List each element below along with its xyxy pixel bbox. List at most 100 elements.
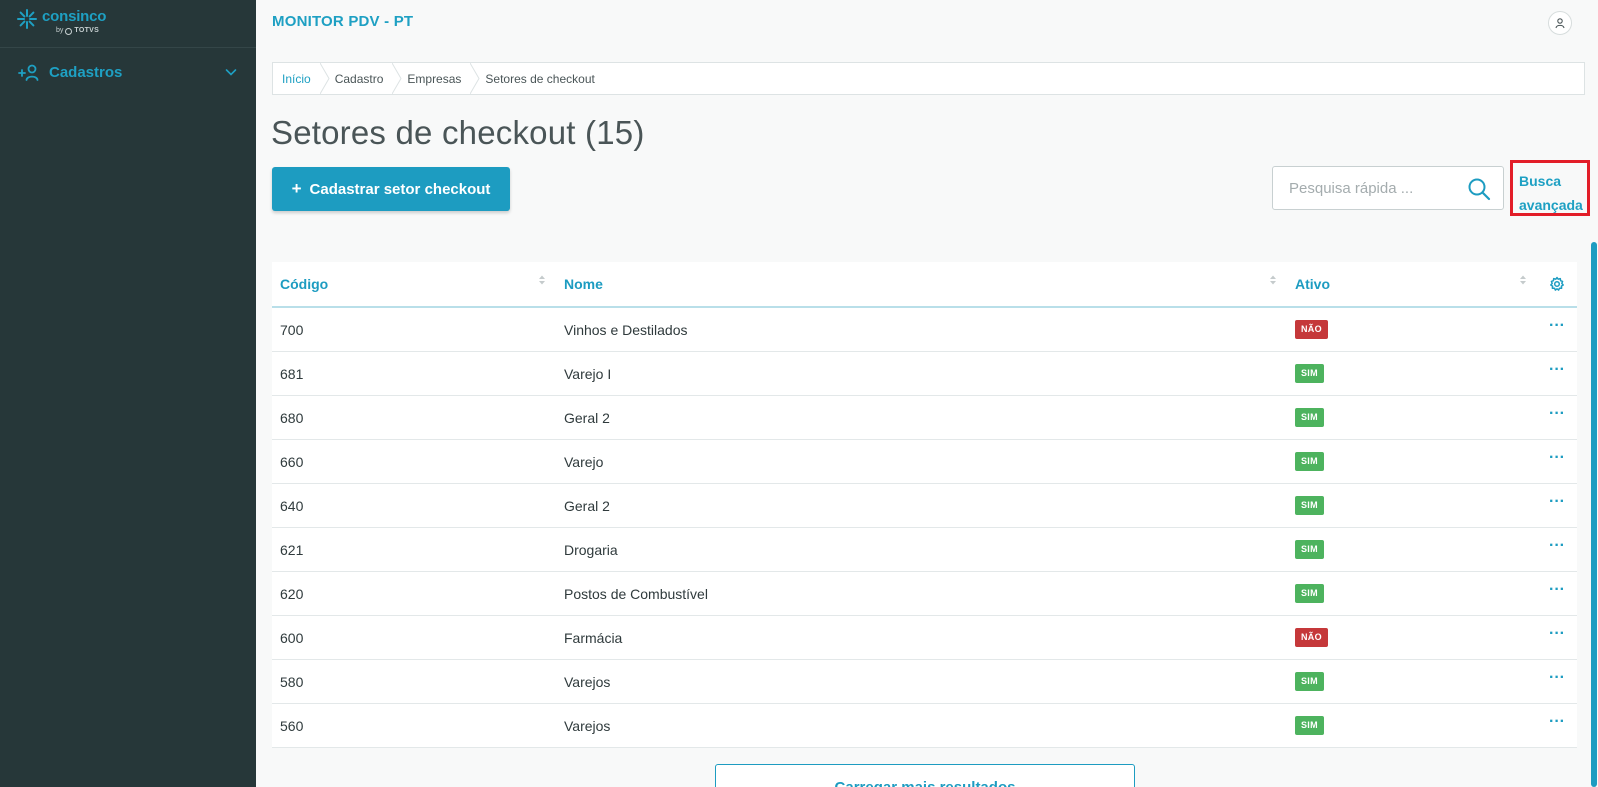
cell-codigo: 660	[280, 453, 304, 470]
breadcrumb-item-inicio[interactable]: Início	[273, 63, 330, 94]
row-actions-menu[interactable]: ···	[1549, 449, 1565, 467]
column-label: Nome	[564, 276, 603, 292]
status-badge: SIM	[1295, 716, 1324, 735]
breadcrumb-label: Setores de checkout	[485, 71, 595, 86]
table-row[interactable]: 620 Postos de Combustível SIM ···	[272, 572, 1577, 616]
row-actions-menu[interactable]: ···	[1549, 405, 1565, 423]
table-row[interactable]: 580 Varejos SIM ···	[272, 660, 1577, 704]
breadcrumb-label: Início	[282, 71, 311, 86]
load-more-button[interactable]: Carregar mais resultados	[715, 764, 1135, 787]
cell-codigo: 560	[280, 717, 304, 734]
row-actions-menu[interactable]: ···	[1549, 713, 1565, 731]
status-badge: SIM	[1295, 408, 1324, 427]
add-sector-button[interactable]: + Cadastrar setor checkout	[272, 167, 510, 211]
cell-nome: Postos de Combustível	[564, 585, 708, 602]
cell-nome: Drogaria	[564, 541, 618, 558]
status-badge: SIM	[1295, 540, 1324, 559]
cell-nome: Varejos	[564, 717, 611, 734]
status-badge: SIM	[1295, 452, 1324, 471]
status-badge: SIM	[1295, 496, 1324, 515]
table-row[interactable]: 640 Geral 2 SIM ···	[272, 484, 1577, 528]
brand-byline: by TOTVS	[56, 26, 106, 36]
cell-ativo: SIM	[1287, 660, 1537, 703]
advanced-search-line2: avançada	[1519, 197, 1583, 213]
cell-nome: Vinhos e Destilados	[564, 321, 688, 338]
cell-ativo: NÃO	[1287, 308, 1537, 351]
cell-ativo: SIM	[1287, 352, 1537, 395]
column-header-ativo[interactable]: Ativo	[1287, 262, 1537, 306]
breadcrumb-label: Cadastro	[334, 71, 384, 86]
cell-ativo: SIM	[1287, 528, 1537, 571]
row-actions-menu[interactable]: ···	[1549, 361, 1565, 379]
table-header: Código Nome Ativo	[272, 262, 1577, 308]
column-label: Ativo	[1295, 276, 1330, 292]
sidebar: consinco by TOTVS Cadastros	[0, 0, 256, 787]
sort-icon[interactable]	[1519, 274, 1527, 286]
add-user-icon	[18, 64, 39, 81]
table-row[interactable]: 680 Geral 2 SIM ···	[272, 396, 1577, 440]
breadcrumb-label: Empresas	[407, 71, 462, 86]
cell-codigo: 640	[280, 497, 304, 514]
table-row[interactable]: 560 Varejos SIM ···	[272, 704, 1577, 748]
row-actions-menu[interactable]: ···	[1549, 493, 1565, 511]
brand-by: by	[56, 27, 64, 34]
table-row[interactable]: 700 Vinhos e Destilados NÃO ···	[272, 308, 1577, 352]
row-actions-menu[interactable]: ···	[1549, 625, 1565, 643]
breadcrumb-item-current: Setores de checkout	[475, 63, 608, 94]
cell-nome: Geral 2	[564, 409, 610, 426]
sidebar-item-cadastros[interactable]: Cadastros	[0, 56, 256, 88]
sort-icon[interactable]	[538, 274, 546, 286]
row-actions-menu[interactable]: ···	[1549, 581, 1565, 599]
cell-actions: ···	[1537, 449, 1577, 467]
logo-text: consinco by TOTVS	[42, 8, 106, 36]
advanced-search-line1: Busca	[1519, 173, 1562, 189]
status-badge: NÃO	[1295, 628, 1328, 647]
cell-codigo: 580	[280, 673, 304, 690]
search-input[interactable]	[1273, 179, 1453, 197]
status-badge: SIM	[1295, 364, 1324, 383]
scrollbar-thumb[interactable]	[1591, 242, 1597, 787]
cell-actions: ···	[1537, 625, 1577, 643]
app-title: MONITOR PDV - PT	[272, 13, 414, 30]
column-header-nome[interactable]: Nome	[556, 262, 1287, 306]
user-icon	[1555, 18, 1565, 29]
cell-ativo: SIM	[1287, 396, 1537, 439]
checkout-sectors-table: Código Nome Ativo 700 Vinhos e Destilados…	[272, 262, 1577, 748]
breadcrumb-item-empresas[interactable]: Empresas	[397, 63, 480, 94]
cell-actions: ···	[1537, 669, 1577, 687]
row-actions-menu[interactable]: ···	[1549, 317, 1565, 335]
cell-actions: ···	[1537, 361, 1577, 379]
row-actions-menu[interactable]: ···	[1549, 537, 1565, 555]
status-badge: SIM	[1295, 584, 1324, 603]
cell-actions: ···	[1537, 493, 1577, 511]
sidebar-item-label: Cadastros	[49, 63, 123, 81]
cell-ativo: SIM	[1287, 440, 1537, 483]
cell-nome: Varejo	[564, 453, 604, 470]
advanced-search-link[interactable]: Busca avançada	[1510, 160, 1590, 216]
table-row[interactable]: 660 Varejo SIM ···	[272, 440, 1577, 484]
page-title: Setores de checkout (15)	[271, 114, 645, 151]
table-row[interactable]: 621 Drogaria SIM ···	[272, 528, 1577, 572]
cell-actions: ···	[1537, 317, 1577, 335]
cell-codigo: 700	[280, 321, 304, 338]
plus-icon: +	[291, 179, 302, 198]
user-avatar[interactable]	[1548, 11, 1572, 35]
gear-icon[interactable]	[1549, 276, 1565, 292]
column-settings[interactable]	[1537, 276, 1577, 292]
search-icon[interactable]	[1467, 177, 1491, 201]
column-header-codigo[interactable]: Código	[272, 262, 556, 306]
cell-codigo: 621	[280, 541, 304, 558]
cell-codigo: 680	[280, 409, 304, 426]
cell-codigo: 620	[280, 585, 304, 602]
cell-codigo: 681	[280, 365, 304, 382]
cell-nome: Geral 2	[564, 497, 610, 514]
breadcrumb-item-cadastro[interactable]: Cadastro	[325, 63, 402, 94]
table-row[interactable]: 600 Farmácia NÃO ···	[272, 616, 1577, 660]
sort-icon[interactable]	[1269, 274, 1277, 286]
table-row[interactable]: 681 Varejo I SIM ···	[272, 352, 1577, 396]
row-actions-menu[interactable]: ···	[1549, 669, 1565, 687]
cell-actions: ···	[1537, 405, 1577, 423]
chevron-down-icon[interactable]	[224, 65, 238, 79]
consinco-logo[interactable]: consinco by TOTVS	[16, 8, 106, 40]
cell-actions: ···	[1537, 713, 1577, 731]
